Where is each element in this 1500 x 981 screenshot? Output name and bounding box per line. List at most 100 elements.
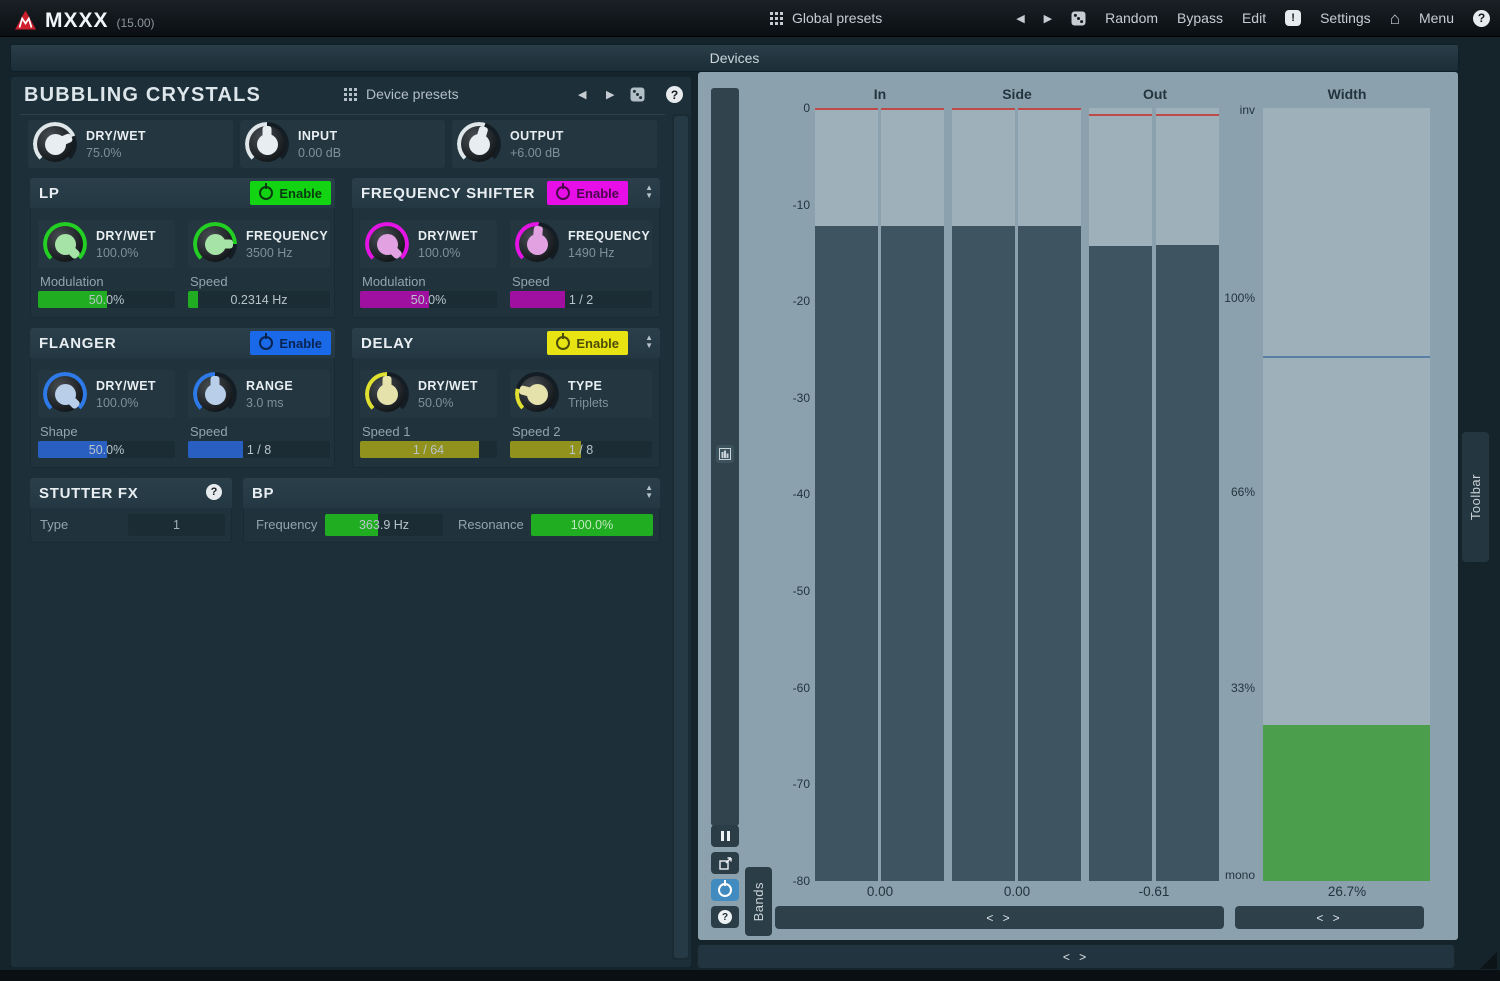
lp-frequency-knob[interactable] <box>193 222 237 266</box>
lp-speed-slider[interactable]: 0.2314 Hz <box>188 291 330 308</box>
master-drywet-knob[interactable] <box>33 122 77 166</box>
meter-width <box>1263 108 1430 881</box>
meters-help-button[interactable]: ? <box>711 906 739 928</box>
master-input-knob[interactable] <box>245 122 289 166</box>
detach-button[interactable] <box>711 852 739 874</box>
flanger-drywet-knob[interactable] <box>43 372 87 416</box>
reorder-chevrons[interactable]: ▲▼ <box>645 184 653 200</box>
knob-label: INPUT <box>298 129 341 143</box>
section-title: FLANGER <box>39 335 116 352</box>
knob-label: FREQUENCY <box>246 229 328 243</box>
master-output-knob[interactable] <box>457 122 501 166</box>
delay-speed1-slider[interactable]: 1 / 64 <box>360 441 497 458</box>
slider-value: 1 / 8 <box>510 441 652 458</box>
enable-label: Enable <box>279 186 322 201</box>
resize-grip[interactable] <box>1480 952 1497 969</box>
fs-drywet-knob[interactable] <box>365 222 409 266</box>
device-panel-scrollbar[interactable] <box>672 114 690 960</box>
meter-group-label-side: Side <box>1002 86 1032 102</box>
help-icon[interactable]: ? <box>206 484 222 500</box>
section-header: FLANGER Enable <box>30 328 335 358</box>
previous-preset-icon[interactable]: ◀ <box>1016 12 1024 25</box>
master-input-group: INPUT 0.00 dB <box>240 120 445 168</box>
question-circle-icon: ? <box>718 910 732 924</box>
random-button[interactable]: Random <box>1105 10 1158 26</box>
next-device-preset-icon[interactable]: ▶ <box>606 88 614 101</box>
master-output-group: OUTPUT +6.00 dB <box>452 120 657 168</box>
delay-drywet-knob[interactable] <box>365 372 409 416</box>
home-icon[interactable]: ⌂ <box>1390 10 1400 27</box>
power-icon <box>556 336 570 350</box>
reorder-chevrons[interactable]: ▲▼ <box>645 334 653 350</box>
fs-speed-slider[interactable]: 1 / 2 <box>510 291 652 308</box>
width-tick: 66% <box>1205 485 1255 499</box>
global-presets-button[interactable]: Global presets <box>770 0 882 36</box>
brand: MXXX (15.00) <box>14 5 155 33</box>
slider-value: 1 / 64 <box>360 441 497 458</box>
section-header: DELAY Enable ▲▼ <box>352 328 660 358</box>
knob-value: Triplets <box>568 396 609 410</box>
alert-icon[interactable]: ! <box>1285 10 1301 26</box>
menu-button[interactable]: Menu <box>1419 10 1454 26</box>
bands-tab-label: Bands <box>751 882 766 921</box>
lp-modulation-slider[interactable]: 50.0% <box>38 291 175 308</box>
bands-tab[interactable]: Bands <box>745 867 772 936</box>
slider-value: 1 / 2 <box>510 291 652 308</box>
preset-name-title: BUBBLING CRYSTALS <box>24 84 261 107</box>
knob-group: RANGE 3.0 ms <box>188 370 330 418</box>
delay-speed2-slider[interactable]: 1 / 8 <box>510 441 652 458</box>
delay-type-knob[interactable] <box>515 372 559 416</box>
meter-zoom-scrollbar[interactable]: < > <box>775 906 1224 929</box>
section-title: DELAY <box>361 335 414 352</box>
random-dice-icon[interactable] <box>630 87 645 102</box>
meter-settings-strip[interactable] <box>711 88 739 826</box>
knob-value: 75.0% <box>86 146 146 160</box>
enable-button[interactable]: Enable <box>547 181 628 205</box>
db-tick: -30 <box>760 391 810 405</box>
settings-button[interactable]: Settings <box>1320 10 1371 26</box>
section-flanger: FLANGER Enable DRY/WET 100.0% <box>30 328 335 468</box>
view-tab-bar: Devices <box>10 44 1459 72</box>
flanger-speed-slider[interactable]: 1 / 8 <box>188 441 330 458</box>
meter-in-right <box>881 108 944 881</box>
flanger-range-knob[interactable] <box>193 372 237 416</box>
meters-power-button[interactable] <box>711 879 739 901</box>
lp-drywet-knob[interactable] <box>43 222 87 266</box>
device-presets-button[interactable]: Device presets <box>344 86 459 102</box>
bottom-scrollbar[interactable]: < > <box>697 944 1455 969</box>
fs-frequency-knob[interactable] <box>515 222 559 266</box>
db-tick: -50 <box>760 584 810 598</box>
fs-modulation-slider[interactable]: 50.0% <box>360 291 497 308</box>
width-tick: inv <box>1205 103 1255 117</box>
help-icon[interactable]: ? <box>666 86 683 103</box>
tab-devices[interactable]: Devices <box>710 50 760 66</box>
knob-label: RANGE <box>246 379 293 393</box>
width-zoom-scrollbar[interactable]: < > <box>1235 906 1424 929</box>
chevron-down-icon: ▼ <box>645 342 653 350</box>
knob-value: 0.00 dB <box>298 146 341 160</box>
section-stutter-fx: STUTTER FX ? Type 1 <box>30 478 232 543</box>
pause-button[interactable] <box>711 825 739 847</box>
previous-device-preset-icon[interactable]: ◀ <box>578 88 586 101</box>
db-tick: -70 <box>760 777 810 791</box>
bypass-button[interactable]: Bypass <box>1177 10 1223 26</box>
knob-value: 100.0% <box>418 246 478 260</box>
enable-button[interactable]: Enable <box>250 331 331 355</box>
reorder-chevrons[interactable]: ▲▼ <box>645 484 653 500</box>
random-dice-icon[interactable] <box>1071 11 1086 26</box>
power-icon <box>556 186 570 200</box>
toolbar-tab[interactable]: Toolbar <box>1462 432 1489 562</box>
enable-button[interactable]: Enable <box>250 181 331 205</box>
meter-panel: In Side Out Width 0 -10 -20 -30 -40 -50 … <box>698 72 1458 940</box>
knob-group: FREQUENCY 3500 Hz <box>188 220 330 268</box>
section-title: FREQUENCY SHIFTER <box>361 185 535 202</box>
section-title: LP <box>39 185 60 202</box>
edit-button[interactable]: Edit <box>1242 10 1266 26</box>
bp-resonance-slider[interactable]: 100.0% <box>531 514 653 536</box>
help-icon[interactable]: ? <box>1473 10 1490 27</box>
stutter-type-field[interactable]: 1 <box>128 514 225 536</box>
flanger-shape-slider[interactable]: 50.0% <box>38 441 175 458</box>
enable-button[interactable]: Enable <box>547 331 628 355</box>
next-preset-icon[interactable]: ▶ <box>1044 12 1052 25</box>
bp-frequency-slider[interactable]: 363.9 Hz <box>325 514 443 536</box>
